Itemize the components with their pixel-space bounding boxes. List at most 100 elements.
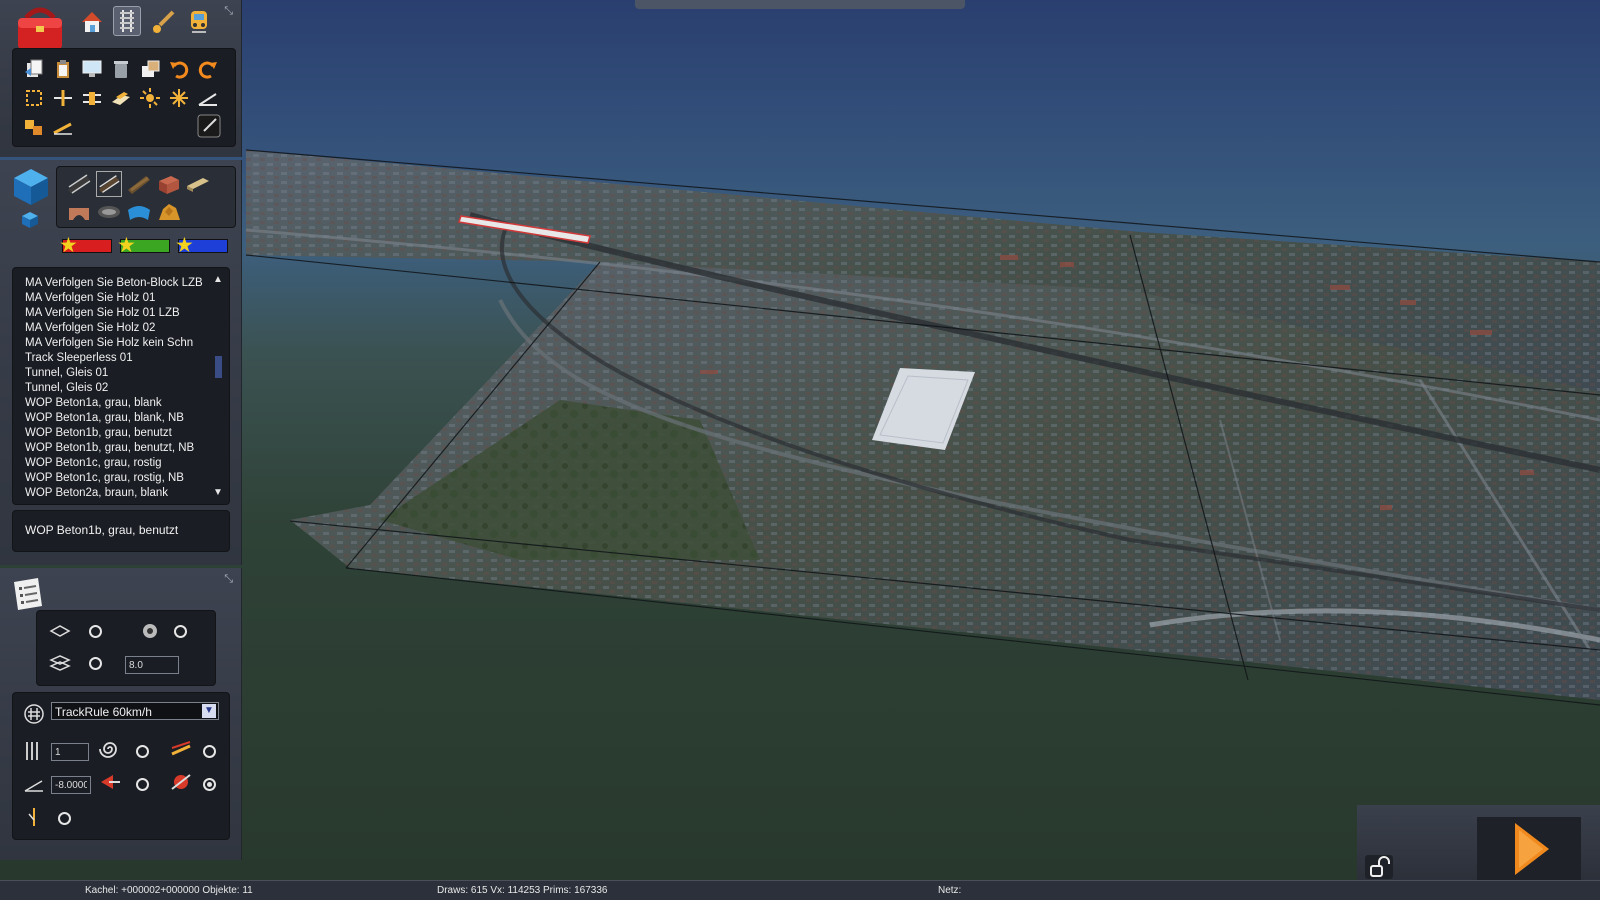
dark-square-icon[interactable] [196, 113, 222, 139]
star-icon: ★ [175, 234, 194, 257]
home-icon[interactable] [79, 9, 105, 35]
list-item[interactable]: Tunnel, Gleis 01 [13, 366, 203, 381]
coil-icon[interactable] [96, 200, 122, 224]
sun-icon[interactable] [139, 87, 161, 109]
layers-icon [49, 652, 71, 674]
plane-icon [49, 620, 71, 642]
track-segment-icon[interactable] [96, 171, 122, 197]
blocks-icon[interactable] [23, 116, 45, 138]
track-height-radio[interactable] [203, 745, 216, 758]
main-tools-panel: ⤡ [0, 0, 242, 157]
list-item[interactable]: MA Verfolgen Sie Holz 01 LZB [13, 306, 203, 321]
track-arrow-radio[interactable] [136, 778, 149, 791]
bottom-right-controls [1357, 805, 1600, 880]
play-icon [1515, 823, 1549, 875]
split-icon[interactable] [52, 87, 74, 109]
paste-icon[interactable] [52, 58, 74, 80]
asset-palette-panel: ⤡ ★ ★ ★ MA Verfolgen Sie Beton-Block LZB… [0, 160, 242, 565]
favorites-bar: ★ ★ ★ [59, 234, 234, 257]
list-item[interactable]: WOP Beton2a, braun, blank [13, 486, 203, 501]
scroll-down-icon[interactable]: ▼ [213, 487, 223, 498]
play-button[interactable] [1477, 817, 1581, 880]
list-item[interactable]: WOP Beton1a, grau, blank [13, 396, 203, 411]
snap-value-field[interactable] [125, 656, 179, 674]
status-network: Netz: [938, 885, 962, 896]
selected-asset-label: WOP Beton1b, grau, benutzt [25, 523, 179, 537]
arch-icon[interactable] [66, 200, 92, 224]
status-bar: Kachel: +000002+000000 Objekte: 11 Draws… [0, 880, 1600, 900]
list-item[interactable]: WOP Beton1c, grau, rostig, NB [13, 471, 203, 486]
track-rule-dropdown[interactable]: TrackRule 60km/h ▼ [51, 702, 219, 720]
gear-icon [139, 620, 161, 642]
brush-icon[interactable] [149, 8, 177, 36]
scroll-up-icon[interactable]: ▲ [213, 274, 223, 285]
spiral-radio[interactable] [136, 745, 149, 758]
checklist-icon[interactable] [10, 576, 46, 612]
asset-list[interactable]: MA Verfolgen Sie Beton-Block LZB MA Verf… [13, 276, 203, 501]
snap-plane-radio[interactable] [89, 625, 102, 638]
screenshot-icon[interactable] [139, 58, 161, 80]
track-switch-icon [170, 771, 192, 793]
cube-icon[interactable] [10, 166, 52, 208]
status-tile: Kachel: +000002+000000 Objekte: 11 [85, 885, 253, 896]
unlock-icon [1370, 856, 1390, 877]
list-item[interactable]: MA Verfolgen Sie Beton-Block LZB [13, 276, 203, 291]
track-icon[interactable] [113, 6, 141, 36]
asset-list-box: MA Verfolgen Sie Beton-Block LZB MA Verf… [12, 267, 230, 505]
star-icon: ★ [59, 234, 78, 257]
snap-layers-radio[interactable] [89, 657, 102, 670]
track-height-icon [170, 738, 192, 760]
angle-icon[interactable] [197, 87, 219, 109]
pole-radio[interactable] [58, 812, 71, 825]
top-drag-handle[interactable] [635, 0, 965, 9]
select-rect-icon[interactable] [23, 87, 45, 109]
list-item[interactable]: MA Verfolgen Sie Holz kein Schn [13, 336, 203, 351]
join-icon[interactable] [81, 87, 103, 109]
plank-icon[interactable] [185, 172, 211, 196]
list-item[interactable]: MA Verfolgen Sie Holz 02 [13, 321, 203, 336]
rail-track-icon[interactable] [66, 172, 92, 196]
pin-icon[interactable]: ⤡ [224, 5, 233, 18]
redo-icon[interactable] [197, 58, 219, 80]
flatten-icon[interactable] [110, 87, 132, 109]
rock-icon[interactable] [156, 200, 182, 224]
pole-icon [23, 806, 45, 828]
scroll-thumb[interactable] [215, 356, 222, 378]
train-icon[interactable] [186, 8, 212, 36]
properties-panel: ⤡ TrackRule 60km/h ▼ [0, 568, 242, 860]
water-icon[interactable] [126, 200, 152, 224]
star-icon: ★ [117, 234, 136, 257]
small-cube-icon[interactable] [20, 210, 40, 230]
track-rule-icon [23, 703, 45, 725]
list-item[interactable]: Tunnel, Gleis 02 [13, 381, 203, 396]
brick-icon[interactable] [156, 172, 182, 196]
list-item[interactable]: WOP Beton1c, grau, rostig [13, 456, 203, 471]
list-item[interactable]: WOP Beton1b, grau, benutzt, NB [13, 441, 203, 456]
selected-asset-box: WOP Beton1b, grau, benutzt [12, 510, 230, 552]
track-switch-radio[interactable] [203, 778, 216, 791]
ruler-icon[interactable] [52, 116, 74, 138]
list-item[interactable]: Track Sleeperless 01 [13, 351, 203, 366]
track-rule-value: TrackRule 60km/h [55, 705, 152, 719]
chevron-down-icon[interactable]: ▼ [202, 704, 216, 718]
list-item[interactable]: WOP Beton1b, grau, benutzt [13, 426, 203, 441]
angle-icon [23, 773, 45, 795]
track-count-field[interactable] [51, 743, 89, 761]
status-draws: Draws: 615 Vx: 114253 Prims: 167336 [437, 885, 608, 896]
copy-icon[interactable] [23, 58, 45, 80]
sleepers-icon [23, 740, 45, 762]
unlock-button[interactable] [1365, 855, 1393, 879]
crosshair-icon[interactable] [168, 87, 190, 109]
gradient-field[interactable] [51, 776, 91, 794]
toolbox-icon[interactable] [14, 4, 66, 52]
undo-icon[interactable] [168, 58, 190, 80]
pin-icon[interactable]: ⤡ [224, 573, 233, 586]
wood-track-icon[interactable] [126, 172, 152, 196]
snap-gear-radio[interactable] [174, 625, 187, 638]
track-arrow-icon [99, 771, 121, 793]
scrollbar[interactable]: ▲ ▼ [213, 274, 223, 498]
list-item[interactable]: WOP Beton1a, grau, blank, NB [13, 411, 203, 426]
list-item[interactable]: MA Verfolgen Sie Holz 01 [13, 291, 203, 306]
trash-icon[interactable] [110, 58, 132, 80]
monitor-icon[interactable] [81, 58, 103, 80]
